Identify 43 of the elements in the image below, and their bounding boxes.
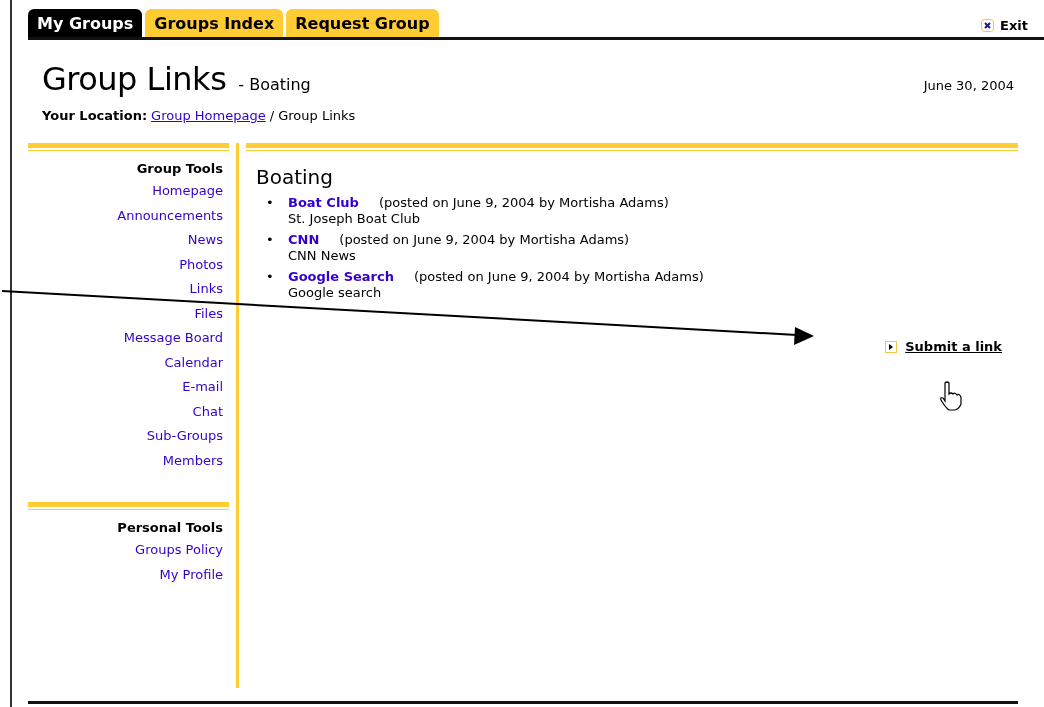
close-icon xyxy=(981,19,995,32)
bullet: • xyxy=(266,269,275,286)
sidebar-link[interactable]: Chat xyxy=(192,402,223,421)
breadcrumb-current: / Group Links xyxy=(269,108,356,123)
bullet: • xyxy=(266,195,275,212)
sidebar-link[interactable]: Photos xyxy=(179,255,223,274)
sidebar-link[interactable]: Sub-Groups xyxy=(146,427,223,446)
sidebar-link[interactable]: E-mail xyxy=(182,378,223,397)
link-description: CNN News xyxy=(288,248,356,263)
link-description: St. Joseph Boat Club xyxy=(288,211,421,226)
page-title: Group Links xyxy=(42,60,227,98)
tab[interactable]: My Groups xyxy=(28,9,143,37)
section-heading: Boating xyxy=(256,165,334,189)
tab[interactable]: Request Group xyxy=(286,9,439,37)
hand-cursor-icon xyxy=(940,381,962,411)
post-info: (posted on June 9, 2004 by Mortisha Adams) xyxy=(413,269,704,284)
sidebar-link[interactable]: News xyxy=(187,231,223,250)
sidebar-link[interactable]: Files xyxy=(194,304,223,323)
page-subtitle: - Boating xyxy=(238,75,311,94)
sidebar-link[interactable]: Message Board xyxy=(123,329,223,348)
link-description: Google search xyxy=(288,285,382,300)
link-title[interactable]: CNN xyxy=(288,232,320,247)
sidebar-link[interactable]: Groups Policy xyxy=(135,541,223,560)
link-title[interactable]: Google Search xyxy=(288,269,394,284)
location-label: Your Location: xyxy=(42,108,148,123)
sidebar-link[interactable]: Announcements xyxy=(117,206,223,225)
sidebar-link[interactable]: Homepage xyxy=(152,182,223,201)
section-heading: Group Tools xyxy=(136,161,223,176)
breadcrumb-link[interactable]: Group Homepage xyxy=(151,108,266,123)
sidebar-link[interactable]: Links xyxy=(189,280,223,299)
bullet: • xyxy=(266,232,275,249)
sidebar-link[interactable]: My Profile xyxy=(159,565,223,584)
sidebar-link[interactable]: Calendar xyxy=(164,353,223,372)
play-icon xyxy=(885,340,898,353)
exit-button[interactable]: Exit xyxy=(975,17,1034,37)
post-info: (posted on June 9, 2004 by Mortisha Adams) xyxy=(339,232,630,247)
tab[interactable]: Groups Index xyxy=(145,9,284,37)
section-heading: Personal Tools xyxy=(117,520,223,535)
date-label: June 30, 2004 xyxy=(923,78,1014,93)
submit-link[interactable]: Submit a link xyxy=(905,339,1002,354)
post-info: (posted on June 9, 2004 by Mortisha Adams) xyxy=(378,195,669,210)
link-title[interactable]: Boat Club xyxy=(288,195,359,210)
sidebar-link[interactable]: Members xyxy=(162,451,223,470)
